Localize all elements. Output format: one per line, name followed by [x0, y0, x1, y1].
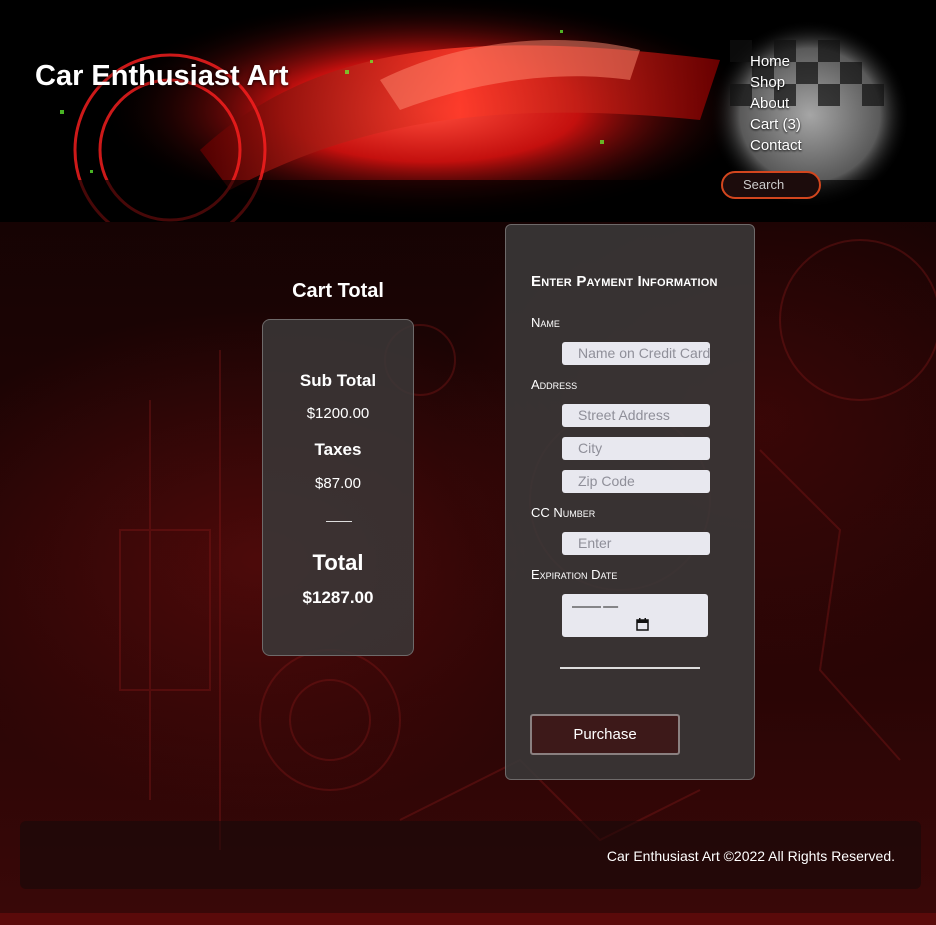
cart-total-heading: Cart Total — [292, 280, 384, 302]
name-label: Name — [531, 315, 560, 330]
bottom-strip — [0, 913, 936, 925]
total-value: $1287.00 — [302, 588, 374, 607]
nav-item-about[interactable]: About — [750, 93, 802, 114]
payment-form: Enter Payment Information Name Name on C… — [505, 224, 755, 780]
site-header: Car Enthusiast Art Home Shop About Cart … — [0, 0, 936, 222]
subtotal-value: $1200.00 — [306, 405, 370, 422]
name-on-card-input[interactable]: Name on Credit Card — [562, 342, 710, 365]
cc-number-input[interactable]: Enter — [562, 532, 710, 555]
expiration-date-value: —— — — [572, 598, 618, 615]
city-input[interactable]: City — [562, 437, 710, 460]
nav-item-shop[interactable]: Shop — [750, 72, 802, 93]
taxes-label: Taxes — [314, 440, 362, 459]
site-title[interactable]: Car Enthusiast Art — [35, 60, 289, 93]
divider — [326, 521, 352, 522]
expiration-date-input[interactable]: —— — — [562, 594, 708, 637]
total-label: Total — [312, 550, 364, 575]
cc-number-label: CC Number — [531, 505, 596, 520]
zip-code-input[interactable]: Zip Code — [562, 470, 710, 493]
street-address-input[interactable]: Street Address — [562, 404, 710, 427]
expiration-date-label: Expiration Date — [531, 567, 618, 582]
nav-item-home[interactable]: Home — [750, 51, 802, 72]
taxes-value: $87.00 — [315, 475, 361, 492]
main-nav: Home Shop About Cart (3) Contact — [750, 51, 802, 156]
payment-form-title: Enter Payment Information — [531, 273, 718, 290]
engine-blueprint-background — [119, 239, 936, 850]
subtotal-label: Sub Total — [299, 371, 377, 390]
site-footer: Car Enthusiast Art ©2022 All Rights Rese… — [20, 821, 921, 889]
purchase-button[interactable]: Purchase — [530, 714, 680, 755]
form-divider — [560, 667, 700, 669]
copyright-text: Car Enthusiast Art ©2022 All Rights Rese… — [606, 848, 895, 864]
calendar-icon[interactable] — [636, 618, 649, 631]
search-input[interactable]: Search — [721, 171, 821, 199]
nav-item-cart[interactable]: Cart (3) — [750, 114, 802, 135]
nav-item-contact[interactable]: Contact — [750, 135, 802, 156]
cart-total-panel: Sub Total $1200.00 Taxes $87.00 Total $1… — [262, 319, 414, 656]
address-label: Address — [531, 377, 578, 392]
